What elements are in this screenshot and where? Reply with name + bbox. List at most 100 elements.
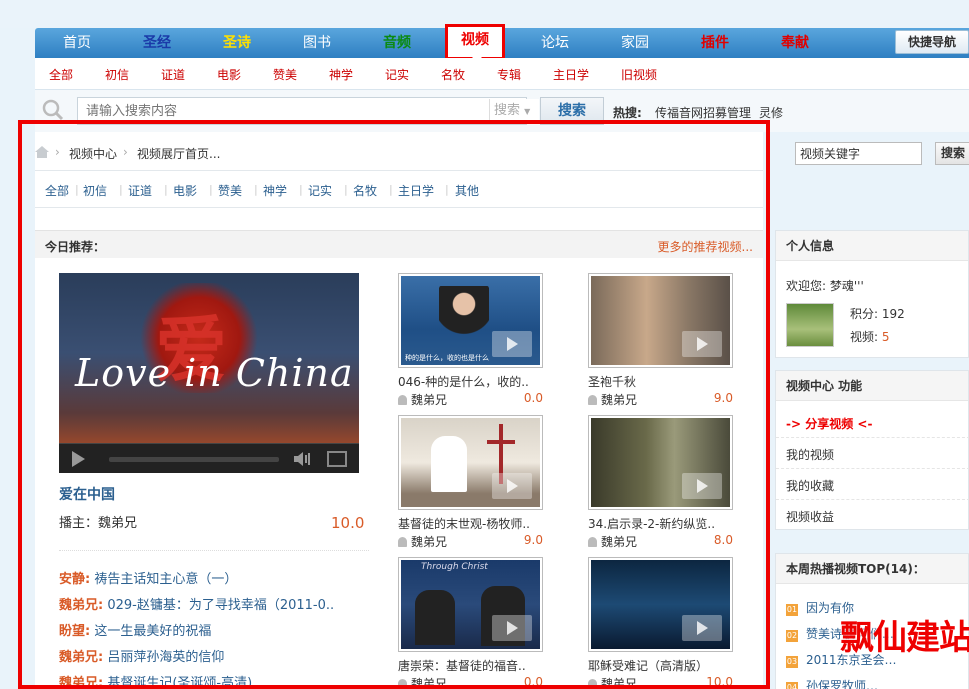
search-icon bbox=[42, 99, 64, 121]
category-bar: 全部 | 初信 | 证道 | 电影 | 赞美 | 神学 | 记实 | 名牧 | … bbox=[35, 170, 763, 208]
video-thumbnail[interactable]: 种的是什么，收的也是什么 bbox=[398, 273, 543, 368]
share-video-link[interactable]: -> 分享视频 <- bbox=[786, 415, 872, 432]
play-icon[interactable] bbox=[72, 451, 85, 467]
videos-count: 5 bbox=[881, 330, 890, 344]
video-card[interactable]: Through Christ 唐崇荣：基督徒的福音.. 魏弟兄 0.0 bbox=[398, 557, 543, 689]
video-title[interactable]: 046-种的是什么，收的.. bbox=[398, 373, 538, 390]
subnav-item[interactable]: 赞美 bbox=[273, 66, 297, 83]
video-uploader: 魏弟兄 bbox=[588, 391, 637, 408]
category-item[interactable]: 电影 bbox=[173, 182, 197, 199]
nav-item-bible[interactable]: 圣经 bbox=[117, 28, 197, 58]
avatar[interactable] bbox=[786, 303, 834, 347]
recommend-more-link[interactable]: 更多的推荐视频... bbox=[658, 238, 753, 255]
video-keyword-input[interactable] bbox=[795, 142, 922, 165]
video-card[interactable]: 34.启示录-2-新约纵览.. 魏弟兄 8.0 bbox=[588, 415, 733, 549]
video-earnings-link[interactable]: 视频收益 bbox=[786, 508, 834, 525]
video-thumbnail[interactable] bbox=[398, 415, 543, 510]
video-thumbnail[interactable] bbox=[588, 273, 733, 368]
fullscreen-icon[interactable] bbox=[327, 451, 347, 467]
nav-item-home[interactable]: 首页 bbox=[37, 28, 117, 58]
volume-icon[interactable] bbox=[294, 452, 312, 466]
video-score: 0.0 bbox=[523, 675, 543, 689]
category-divider: | bbox=[299, 183, 303, 196]
video-uploader: 魏弟兄 bbox=[398, 675, 447, 689]
top-video-item[interactable]: 04 孙保罗牧师… bbox=[786, 677, 878, 689]
category-item[interactable]: 全部 bbox=[45, 182, 69, 199]
video-uploader-name: 魏弟兄 bbox=[601, 677, 638, 689]
quick-nav-button[interactable]: 快捷导航 bbox=[895, 30, 969, 54]
category-item[interactable]: 其他 bbox=[455, 182, 479, 199]
video-thumbnail-caption: 种的是什么，收的也是什么 bbox=[405, 354, 489, 362]
video-title[interactable]: 耶稣受难记（高清版） bbox=[588, 657, 728, 674]
video-thumbnail[interactable] bbox=[588, 557, 733, 652]
subnav-item[interactable]: 全部 bbox=[49, 66, 73, 83]
video-title[interactable]: 34.启示录-2-新约纵览.. bbox=[588, 515, 728, 532]
subnav-item[interactable]: 专辑 bbox=[497, 66, 521, 83]
category-item[interactable]: 记实 bbox=[308, 182, 332, 199]
video-score: 8.0 bbox=[713, 533, 733, 547]
search-input[interactable] bbox=[77, 97, 527, 125]
video-search-button[interactable]: 搜索 bbox=[935, 142, 969, 165]
subnav-item[interactable]: 主日学 bbox=[553, 66, 589, 83]
video-card[interactable]: 耶稣受难记（高清版） 魏弟兄 10.0 bbox=[588, 557, 733, 689]
nav-item-donate[interactable]: 奉献 bbox=[755, 28, 835, 58]
breadcrumb-current[interactable]: 视频展厅首页... bbox=[137, 145, 220, 162]
category-item[interactable]: 名牧 bbox=[353, 182, 377, 199]
search-button[interactable]: 搜索 bbox=[540, 97, 604, 125]
subnav-item[interactable]: 神学 bbox=[329, 66, 353, 83]
video-title[interactable]: 唐崇荣：基督徒的福音.. bbox=[398, 657, 538, 674]
video-card[interactable]: 圣袍千秋 魏弟兄 9.0 bbox=[588, 273, 733, 407]
home-icon[interactable] bbox=[35, 146, 49, 158]
video-card[interactable]: 种的是什么，收的也是什么 046-种的是什么，收的.. 魏弟兄 0.0 bbox=[398, 273, 543, 407]
category-item[interactable]: 神学 bbox=[263, 182, 287, 199]
video-title[interactable]: 圣袍千秋 bbox=[588, 373, 728, 390]
recommend-header: 今日推荐： 更多的推荐视频... bbox=[35, 230, 763, 258]
hot-search-link[interactable]: 传福音网招募管理 bbox=[655, 104, 751, 121]
right-sidebar: 搜索 个人信息 欢迎您: 梦魂''' 积分: 192 视频: 5 视频中心 功能… bbox=[775, 132, 969, 689]
user-icon bbox=[588, 679, 597, 689]
subnav-item[interactable]: 初信 bbox=[105, 66, 129, 83]
hot-search-link[interactable]: 灵修 bbox=[759, 104, 783, 121]
related-item-title: 029-赵镛基：为了寻找幸福（2011-0.. bbox=[107, 598, 335, 613]
feature-video-title[interactable]: 爱在中国 bbox=[59, 484, 115, 504]
video-thumbnail[interactable]: Through Christ bbox=[398, 557, 543, 652]
subnav-item[interactable]: 旧视频 bbox=[621, 66, 657, 83]
related-item[interactable]: 魏弟兄: 吕丽萍孙海英的信仰 bbox=[59, 646, 224, 665]
nav-item-books[interactable]: 图书 bbox=[277, 28, 357, 58]
related-item[interactable]: 魏弟兄: 基督诞生记(圣诞颂-高清) bbox=[59, 672, 252, 689]
related-item[interactable]: 安静: 祷告主话知主心意（一） bbox=[59, 568, 237, 587]
user-icon bbox=[398, 537, 407, 547]
category-item[interactable]: 主日学 bbox=[398, 182, 434, 199]
nav-item-audio[interactable]: 音频 bbox=[357, 28, 437, 58]
category-item[interactable]: 初信 bbox=[83, 182, 107, 199]
related-item[interactable]: 盼望: 这一生最美好的祝福 bbox=[59, 620, 211, 639]
video-title[interactable]: 基督徒的末世观-杨牧师.. bbox=[398, 515, 538, 532]
subnav-item[interactable]: 名牧 bbox=[441, 66, 465, 83]
video-card[interactable]: 基督徒的末世观-杨牧师.. 魏弟兄 9.0 bbox=[398, 415, 543, 549]
nav-item-forum[interactable]: 论坛 bbox=[515, 28, 595, 58]
subnav-item[interactable]: 记实 bbox=[385, 66, 409, 83]
nav-item-hymns[interactable]: 圣诗 bbox=[197, 28, 277, 58]
user-icon bbox=[588, 537, 597, 547]
user-icon bbox=[588, 395, 597, 405]
recommend-title: 今日推荐： bbox=[45, 240, 106, 254]
category-item[interactable]: 赞美 bbox=[218, 182, 242, 199]
video-score: 9.0 bbox=[523, 533, 543, 547]
videos-line: 视频: 5 bbox=[850, 328, 890, 345]
top-video-title: 孙保罗牧师… bbox=[806, 679, 879, 689]
video-thumbnail[interactable] bbox=[588, 415, 733, 510]
my-favorites-link[interactable]: 我的收藏 bbox=[786, 477, 834, 494]
category-item[interactable]: 证道 bbox=[128, 182, 152, 199]
subnav-item[interactable]: 证道 bbox=[161, 66, 185, 83]
video-score: 10.0 bbox=[706, 675, 733, 689]
search-type-select[interactable]: 搜索 ▼ bbox=[489, 99, 539, 123]
nav-item-home-space[interactable]: 家园 bbox=[595, 28, 675, 58]
nav-item-plugins[interactable]: 插件 bbox=[675, 28, 755, 58]
subnav-item[interactable]: 电影 bbox=[217, 66, 241, 83]
divider bbox=[776, 437, 969, 438]
progress-bar[interactable] bbox=[109, 457, 279, 462]
video-main-panel: › 视频中心 › 视频展厅首页... 全部 | 初信 | 证道 | 电影 | 赞… bbox=[35, 132, 763, 689]
my-videos-link[interactable]: 我的视频 bbox=[786, 446, 834, 463]
breadcrumb-video-center[interactable]: 视频中心 bbox=[69, 145, 117, 162]
related-item[interactable]: 魏弟兄: 029-赵镛基：为了寻找幸福（2011-0.. bbox=[59, 594, 334, 613]
